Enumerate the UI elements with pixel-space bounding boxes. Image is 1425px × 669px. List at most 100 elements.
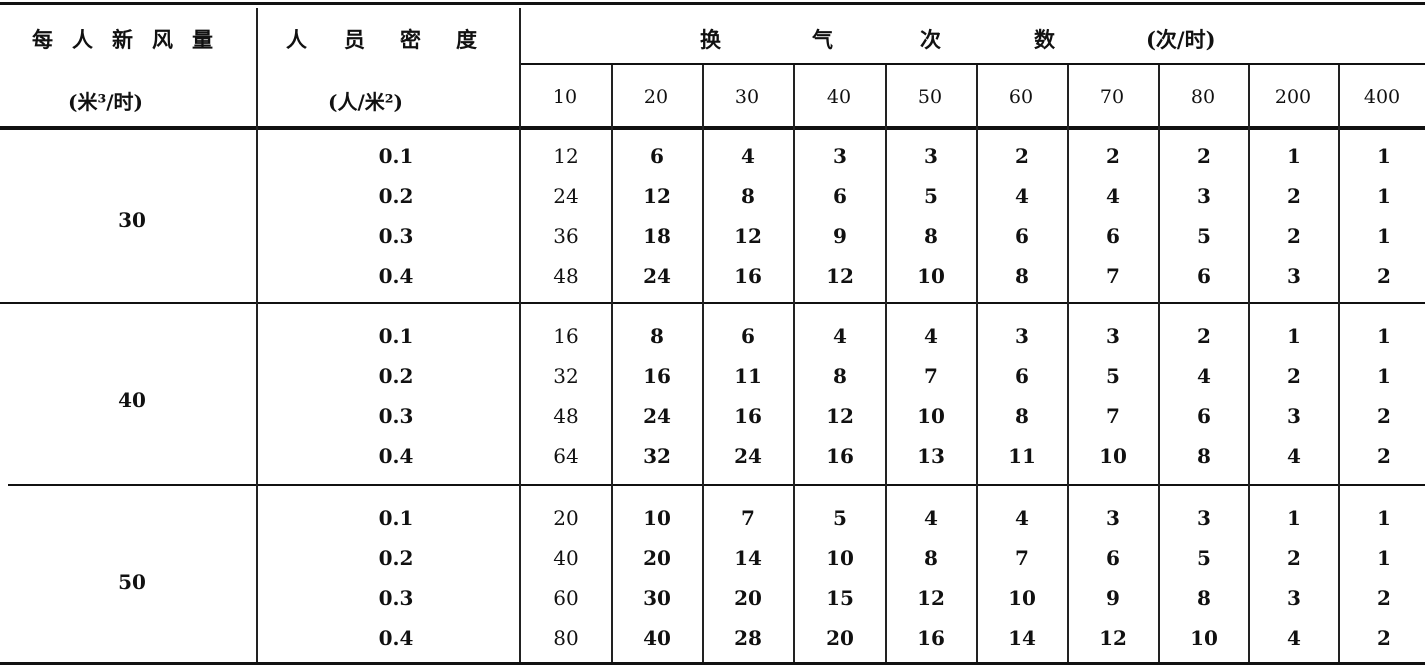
table-cell: 8: [650, 324, 664, 348]
table-cell: 1: [1377, 184, 1391, 208]
table-cell: 16: [643, 364, 671, 388]
table-cell: 32: [643, 444, 671, 468]
table-cell: 12: [1099, 626, 1127, 650]
table-cell: 6: [1197, 264, 1211, 288]
rate-header: 40: [826, 86, 852, 108]
table-cell: 1: [1377, 144, 1391, 168]
group-divider-rule: [8, 484, 1425, 486]
table-cell: 20: [826, 626, 854, 650]
table-cell: 1: [1287, 324, 1301, 348]
table-cell: 64: [553, 444, 579, 468]
table-cell: 4: [1106, 184, 1120, 208]
table-cell: 2: [1377, 404, 1391, 428]
table-cell: 9: [1106, 586, 1120, 610]
table-cell: 3: [1106, 506, 1120, 530]
table-cell: 7: [1015, 546, 1029, 570]
table-cell: 20: [734, 586, 762, 610]
bottom-rule: [0, 662, 1425, 665]
table-cell: 1: [1377, 506, 1391, 530]
table-cell: 8: [1015, 404, 1029, 428]
table-cell: 1: [1377, 224, 1391, 248]
table-cell: 16: [826, 444, 854, 468]
table-cell: 6: [1106, 224, 1120, 248]
table-cell: 2: [1287, 224, 1301, 248]
table-cell: 5: [1197, 546, 1211, 570]
table-cell: 48: [553, 264, 579, 288]
table-cell: 4: [741, 144, 755, 168]
table-cell: 2: [1197, 144, 1211, 168]
col-rule: [702, 65, 704, 662]
header-fresh-air-char: 每: [32, 27, 53, 52]
table-cell: 7: [1106, 264, 1120, 288]
fresh-air-value: 40: [118, 388, 146, 412]
table-cell: 8: [833, 364, 847, 388]
table-cell: 3: [1197, 506, 1211, 530]
ventilation-table: 每 人 新 风 量 (米³/时) 人 员 密 度 (人/米²) 换 气 次 数 …: [0, 0, 1425, 669]
table-cell: 2: [1377, 444, 1391, 468]
table-cell: 10: [917, 404, 945, 428]
fresh-air-value: 30: [118, 208, 146, 232]
table-cell: 24: [643, 404, 671, 428]
table-cell: 8: [924, 224, 938, 248]
table-cell: 4: [924, 506, 938, 530]
table-cell: 6: [1015, 224, 1029, 248]
table-cell: 14: [1008, 626, 1036, 650]
table-cell: 2: [1197, 324, 1211, 348]
table-cell: 36: [553, 224, 579, 248]
col-rule: [1248, 65, 1250, 662]
table-cell: 8: [1197, 586, 1211, 610]
header-fresh-air-char: 风: [152, 27, 173, 52]
header-density-char: 度: [456, 27, 477, 52]
table-cell: 12: [553, 144, 579, 168]
rate-header: 200: [1274, 86, 1312, 108]
table-cell: 4: [1015, 506, 1029, 530]
density-value: 0.2: [378, 546, 414, 570]
table-cell: 8: [924, 546, 938, 570]
density-value: 0.3: [378, 404, 414, 428]
table-cell: 13: [917, 444, 945, 468]
table-cell: 48: [553, 404, 579, 428]
table-cell: 14: [734, 546, 762, 570]
table-cell: 11: [1008, 444, 1036, 468]
table-cell: 1: [1377, 546, 1391, 570]
table-cell: 6: [1106, 546, 1120, 570]
col-rule: [1158, 65, 1160, 662]
table-cell: 18: [643, 224, 671, 248]
table-cell: 16: [553, 324, 579, 348]
table-cell: 4: [924, 324, 938, 348]
table-cell: 3: [1015, 324, 1029, 348]
table-cell: 15: [826, 586, 854, 610]
table-cell: 5: [1197, 224, 1211, 248]
table-cell: 5: [1106, 364, 1120, 388]
table-cell: 2: [1287, 364, 1301, 388]
table-cell: 12: [734, 224, 762, 248]
group-divider-rule: [0, 302, 1425, 304]
table-cell: 12: [917, 586, 945, 610]
header-density-char: 密: [400, 27, 421, 52]
table-cell: 6: [1197, 404, 1211, 428]
table-cell: 5: [924, 184, 938, 208]
table-cell: 6: [1015, 364, 1029, 388]
density-value: 0.4: [378, 626, 414, 650]
rate-header: 10: [552, 86, 578, 108]
table-cell: 3: [924, 144, 938, 168]
header-air-change-char: 气: [812, 27, 833, 52]
density-value: 0.1: [378, 144, 414, 168]
density-value: 0.2: [378, 184, 414, 208]
table-cell: 24: [553, 184, 579, 208]
table-cell: 24: [643, 264, 671, 288]
rate-header: 400: [1363, 86, 1401, 108]
col-rule: [885, 65, 887, 662]
col-rule: [793, 65, 795, 662]
table-cell: 60: [553, 586, 579, 610]
table-cell: 7: [1106, 404, 1120, 428]
table-cell: 3: [1287, 404, 1301, 428]
table-cell: 20: [643, 546, 671, 570]
table-cell: 4: [1197, 364, 1211, 388]
table-cell: 1: [1377, 324, 1391, 348]
table-cell: 2: [1377, 586, 1391, 610]
table-cell: 30: [643, 586, 671, 610]
table-cell: 2: [1287, 546, 1301, 570]
table-cell: 40: [553, 546, 579, 570]
col-rule: [256, 8, 258, 662]
